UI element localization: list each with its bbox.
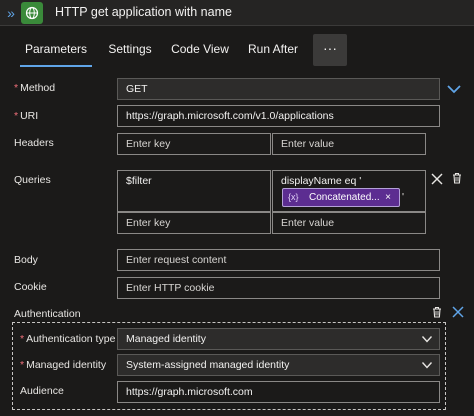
- collapse-icon[interactable]: »: [3, 3, 19, 23]
- tab-more-button[interactable]: ···: [313, 34, 347, 66]
- managed-identity-value: System-assigned managed identity: [126, 359, 290, 371]
- body-label: Body: [14, 254, 38, 266]
- cookie-input[interactable]: Enter HTTP cookie: [117, 277, 440, 299]
- authentication-close-icon[interactable]: [451, 305, 465, 319]
- query-delete-icon[interactable]: [450, 171, 464, 185]
- globe-icon: [25, 6, 39, 20]
- headers-label: Headers: [14, 137, 54, 149]
- token-remove-icon[interactable]: ×: [385, 189, 391, 206]
- audience-label: Audience: [20, 385, 64, 397]
- queries-key2-input[interactable]: Enter key: [117, 212, 271, 234]
- queries-label: Queries: [14, 174, 51, 186]
- query-close-icon[interactable]: [430, 172, 444, 186]
- uri-label: * URI: [14, 110, 39, 122]
- queries-value-suffix: ': [402, 191, 405, 203]
- cookie-label: Cookie: [14, 281, 47, 293]
- method-label: * Method: [14, 82, 56, 94]
- expression-icon: {x}: [288, 192, 299, 202]
- headers-value-input[interactable]: Enter value: [272, 133, 426, 155]
- authentication-type-select[interactable]: Managed identity: [117, 328, 440, 350]
- managed-identity-select[interactable]: System-assigned managed identity: [117, 354, 440, 376]
- authentication-type-value: Managed identity: [126, 333, 206, 345]
- method-select[interactable]: GET: [117, 78, 440, 100]
- queries-value-text: displayName eq ': [281, 175, 362, 187]
- headers-key-input[interactable]: Enter key: [117, 133, 271, 155]
- chevron-down-icon: [421, 362, 433, 369]
- method-value: GET: [126, 83, 148, 95]
- managed-identity-label: * Managed identity: [20, 359, 107, 371]
- token-label: Concatenated...: [309, 192, 380, 203]
- tab-run-after[interactable]: Run After: [245, 34, 301, 66]
- tab-settings[interactable]: Settings: [104, 34, 156, 66]
- tab-code-view[interactable]: Code View: [169, 34, 231, 66]
- authentication-label: Authentication: [14, 308, 81, 320]
- chevron-down-icon: [421, 336, 433, 343]
- chevron-down-icon: [447, 85, 461, 94]
- authentication-delete-icon[interactable]: [430, 305, 444, 319]
- action-title[interactable]: HTTP get application with name: [55, 5, 232, 19]
- action-header: » HTTP get application with name: [0, 0, 474, 26]
- audience-input[interactable]: https://graph.microsoft.com: [117, 381, 440, 403]
- queries-value2-input[interactable]: Enter value: [272, 212, 426, 234]
- dynamic-content-token[interactable]: {x} Concatenated... ×: [282, 188, 400, 207]
- tab-parameters[interactable]: Parameters: [20, 34, 92, 67]
- tab-bar: Parameters Settings Code View Run After …: [0, 34, 474, 67]
- http-action-icon: [21, 2, 43, 24]
- body-input[interactable]: Enter request content: [117, 249, 440, 271]
- method-dropdown-button[interactable]: [442, 78, 466, 100]
- queries-key-input[interactable]: $filter: [117, 170, 271, 212]
- uri-input[interactable]: https://graph.microsoft.com/v1.0/applica…: [117, 105, 440, 127]
- authentication-type-label: * Authentication type: [20, 333, 116, 345]
